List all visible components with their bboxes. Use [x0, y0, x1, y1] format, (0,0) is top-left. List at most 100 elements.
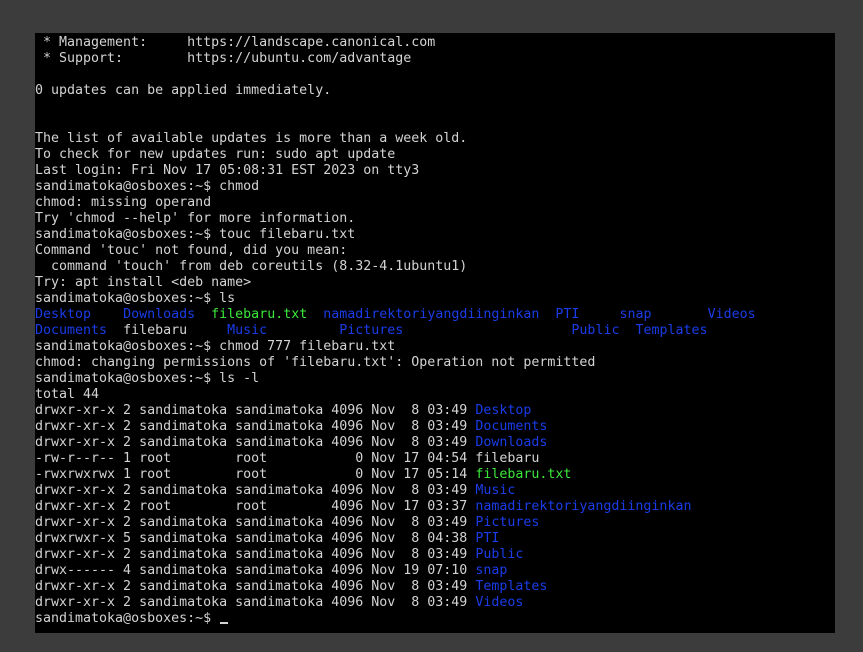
terminal-line: total 44 — [35, 387, 756, 403]
shell-prompt: sandimatoka@osboxes:~$ — [35, 611, 220, 626]
terminal-line: sandimatoka@osboxes:~$ ls — [35, 291, 756, 307]
terminal-line: drwxrwxr-x 5 sandimatoka sandimatoka 409… — [35, 531, 756, 547]
terminal-line: Desktop Downloads filebaru.txt namadirek… — [35, 307, 756, 323]
terminal-text: drwxr-xr-x 2 sandimatoka sandimatoka 409… — [35, 515, 476, 530]
terminal-text: -rw-r--r-- 1 root root 0 Nov 17 04:54 fi… — [35, 451, 540, 466]
directory-name: Public — [571, 323, 620, 338]
terminal-line: drwxr-xr-x 2 sandimatoka sandimatoka 409… — [35, 483, 756, 499]
terminal-text: drwxrwxr-x 5 sandimatoka sandimatoka 409… — [35, 531, 476, 546]
terminal-text: sandimatoka@osboxes:~$ chmod 777 filebar… — [35, 339, 396, 354]
terminal-text: Try 'chmod --help' for more information. — [35, 211, 356, 226]
directory-name: Public — [475, 547, 524, 562]
terminal-line: drwxr-xr-x 2 sandimatoka sandimatoka 409… — [35, 515, 756, 531]
terminal-line: The list of available updates is more th… — [35, 131, 756, 147]
terminal-line: 0 updates can be applied immediately. — [35, 83, 756, 99]
terminal-line: sandimatoka@osboxes:~$ chmod — [35, 179, 756, 195]
terminal-line: drwxr-xr-x 2 sandimatoka sandimatoka 409… — [35, 579, 756, 595]
terminal-line: drwxr-xr-x 2 sandimatoka sandimatoka 409… — [35, 419, 756, 435]
terminal-text: sandimatoka@osboxes:~$ touc filebaru.txt — [35, 227, 356, 242]
terminal-line: drwxr-xr-x 2 sandimatoka sandimatoka 409… — [35, 403, 756, 419]
terminal-text: * Management: https://landscape.canonica… — [35, 35, 436, 50]
terminal-text: Command 'touc' not found, did you mean: — [35, 243, 348, 258]
terminal-text: filebaru — [107, 323, 228, 338]
terminal-line: drwxr-xr-x 2 sandimatoka sandimatoka 409… — [35, 547, 756, 563]
terminal-text: The list of available updates is more th… — [35, 131, 468, 146]
terminal-line: drwxr-xr-x 2 sandimatoka sandimatoka 409… — [35, 595, 756, 611]
directory-name: Music — [227, 323, 268, 338]
terminal-output: * Management: https://landscape.canonica… — [35, 35, 756, 627]
terminal-line: -rwxrwxrwx 1 root root 0 Nov 17 05:14 fi… — [35, 467, 756, 483]
terminal-line: drwxr-xr-x 2 sandimatoka sandimatoka 409… — [35, 435, 756, 451]
terminal-line: sandimatoka@osboxes:~$ chmod 777 filebar… — [35, 339, 756, 355]
terminal-line: sandimatoka@osboxes:~$ touc filebaru.txt — [35, 227, 756, 243]
directory-name: snap — [619, 307, 652, 322]
terminal-text: -rwxrwxrwx 1 root root 0 Nov 17 05:14 — [35, 467, 476, 482]
terminal-text: drwxr-xr-x 2 sandimatoka sandimatoka 409… — [35, 403, 476, 418]
terminal-line: -rw-r--r-- 1 root root 0 Nov 17 04:54 fi… — [35, 451, 756, 467]
terminal-line: Last login: Fri Nov 17 05:08:31 EST 2023… — [35, 163, 756, 179]
terminal-text: total 44 — [35, 387, 100, 402]
directory-name: Music — [475, 483, 516, 498]
terminal-line: * Management: https://landscape.canonica… — [35, 35, 756, 51]
terminal-text: 0 updates can be applied immediately. — [35, 83, 332, 98]
directory-name: namadirektoriyangdiinginkan — [475, 499, 692, 514]
directory-name: Documents — [35, 323, 108, 338]
directory-name: Videos — [707, 307, 756, 322]
executable-file-name: filebaru.txt — [211, 307, 308, 322]
terminal-text: command 'touch' from deb coreutils (8.32… — [35, 259, 468, 274]
terminal-text: chmod: changing permissions of 'filebaru… — [35, 355, 596, 370]
terminal-line: drwx------ 4 sandimatoka sandimatoka 409… — [35, 563, 756, 579]
directory-name: Templates — [475, 579, 548, 594]
window-frame: * Management: https://landscape.canonica… — [0, 0, 863, 652]
terminal-text: drwxr-xr-x 2 sandimatoka sandimatoka 409… — [35, 547, 476, 562]
terminal-text: drwxr-xr-x 2 sandimatoka sandimatoka 409… — [35, 579, 476, 594]
terminal-line: * Support: https://ubuntu.com/advantage — [35, 51, 756, 67]
directory-name: Downloads — [475, 435, 548, 450]
terminal-console[interactable]: * Management: https://landscape.canonica… — [35, 33, 835, 633]
prompt-line[interactable]: sandimatoka@osboxes:~$ — [35, 611, 756, 627]
directory-name: PTI — [475, 531, 500, 546]
terminal-text: sandimatoka@osboxes:~$ ls -l — [35, 371, 260, 386]
terminal-text: drwxr-xr-x 2 sandimatoka sandimatoka 409… — [35, 595, 476, 610]
terminal-text: drwxr-xr-x 2 sandimatoka sandimatoka 409… — [35, 419, 476, 434]
directory-name: Documents — [475, 419, 548, 434]
terminal-line: drwxr-xr-x 2 root root 4096 Nov 17 03:37… — [35, 499, 756, 515]
terminal-text: To check for new updates run: sudo apt u… — [35, 147, 396, 162]
terminal-line: Try: apt install <deb name> — [35, 275, 756, 291]
directory-name: PTI — [555, 307, 580, 322]
terminal-text: sandimatoka@osboxes:~$ chmod — [35, 179, 260, 194]
text-cursor — [220, 622, 229, 624]
terminal-line: sandimatoka@osboxes:~$ ls -l — [35, 371, 756, 387]
directory-name: snap — [475, 563, 508, 578]
terminal-line: To check for new updates run: sudo apt u… — [35, 147, 756, 163]
terminal-text: drwx------ 4 sandimatoka sandimatoka 409… — [35, 563, 476, 578]
terminal-line: Command 'touc' not found, did you mean: — [35, 243, 756, 259]
terminal-text: * Support: https://ubuntu.com/advantage — [35, 51, 412, 66]
terminal-line: command 'touch' from deb coreutils (8.32… — [35, 259, 756, 275]
terminal-line: Documents filebaru Music Pictures Public… — [35, 323, 756, 339]
terminal-line: Try 'chmod --help' for more information. — [35, 211, 756, 227]
terminal-line: chmod: missing operand — [35, 195, 756, 211]
terminal-text: drwxr-xr-x 2 sandimatoka sandimatoka 409… — [35, 483, 476, 498]
directory-name: Downloads — [123, 307, 196, 322]
directory-name: Desktop — [475, 403, 532, 418]
terminal-text: Last login: Fri Nov 17 05:08:31 EST 2023… — [35, 163, 420, 178]
terminal-text: chmod: missing operand — [35, 195, 212, 210]
directory-name: Pictures — [339, 323, 404, 338]
terminal-text: Try: apt install <deb name> — [35, 275, 252, 290]
directory-name: Desktop — [35, 307, 92, 322]
directory-name: namadirektoriyangdiinginkan — [323, 307, 540, 322]
terminal-text: drwxr-xr-x 2 root root 4096 Nov 17 03:37 — [35, 499, 476, 514]
